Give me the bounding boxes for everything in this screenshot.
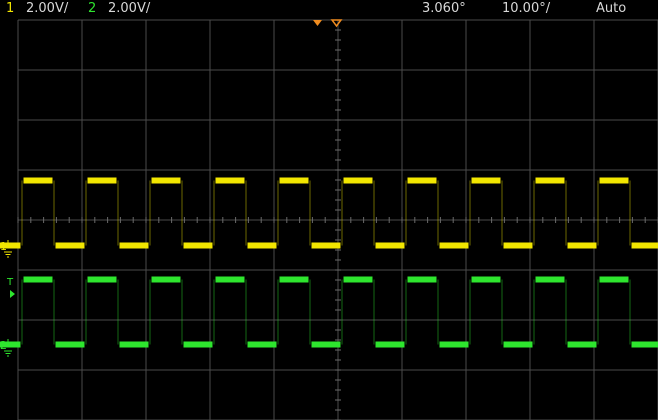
ch1-low-segment	[55, 242, 85, 249]
channel1-marker-label: 1	[0, 240, 7, 253]
ch1-high-segment	[279, 177, 309, 184]
ch1-low-segment	[247, 242, 277, 249]
ch2-high-segment	[87, 276, 117, 283]
ch1-low-segment	[311, 242, 341, 249]
ch1-low-segment	[183, 242, 213, 249]
ch2-high-segment	[343, 276, 373, 283]
trigger-level-arrow-icon	[10, 290, 15, 298]
ch1-low-segment	[119, 242, 149, 249]
ch2-low-segment	[375, 341, 405, 348]
ch1-edges	[21, 180, 631, 246]
ch1-high-segment	[471, 177, 501, 184]
ch1-low-segment	[503, 242, 533, 249]
trigger-position-marker[interactable]	[313, 20, 322, 26]
ch1-low-segment	[567, 242, 597, 249]
ch1-high-segment	[87, 177, 117, 184]
ch2-high-segment	[599, 276, 629, 283]
ch2-high-segment	[471, 276, 501, 283]
delay-reference-marker[interactable]	[330, 19, 343, 28]
ch2-low-segment	[311, 341, 341, 348]
ch1-low-segment	[375, 242, 405, 249]
ch2-low-segment	[55, 341, 85, 348]
ch2-high-segment	[23, 276, 53, 283]
ch2-high-segment	[215, 276, 245, 283]
ch1-low-segment	[439, 242, 469, 249]
ch1-high-segment	[535, 177, 565, 184]
ch2-high-segment	[279, 276, 309, 283]
ch2-low-segment	[247, 341, 277, 348]
ch1-high-segment	[215, 177, 245, 184]
ch2-high-segment	[151, 276, 181, 283]
ch2-low-segment	[439, 341, 469, 348]
trigger-level-label: T	[6, 277, 14, 288]
trigger-level-marker[interactable]: T	[6, 277, 15, 298]
ch2-low-segment	[503, 341, 533, 348]
ch1-high-segment	[151, 177, 181, 184]
ch1-low-segment	[631, 242, 658, 249]
ch1-high-segment	[407, 177, 437, 184]
ch2-high-segment	[407, 276, 437, 283]
channel2-marker-label: 2	[0, 339, 7, 352]
ch2-low-segment	[631, 341, 658, 348]
ch2-low-segment	[567, 341, 597, 348]
ch2-low-segment	[183, 341, 213, 348]
graticule-grid	[17, 19, 658, 420]
ch2-edges	[21, 279, 631, 345]
channel1-waveform	[0, 177, 658, 249]
ch1-high-segment	[343, 177, 373, 184]
ch1-high-segment	[599, 177, 629, 184]
channel2-waveform	[0, 276, 658, 348]
ch1-high-segment	[23, 177, 53, 184]
oscilloscope-display: 1 T 2	[0, 19, 658, 420]
ch2-high-segment	[535, 276, 565, 283]
ch2-low-segment	[119, 341, 149, 348]
